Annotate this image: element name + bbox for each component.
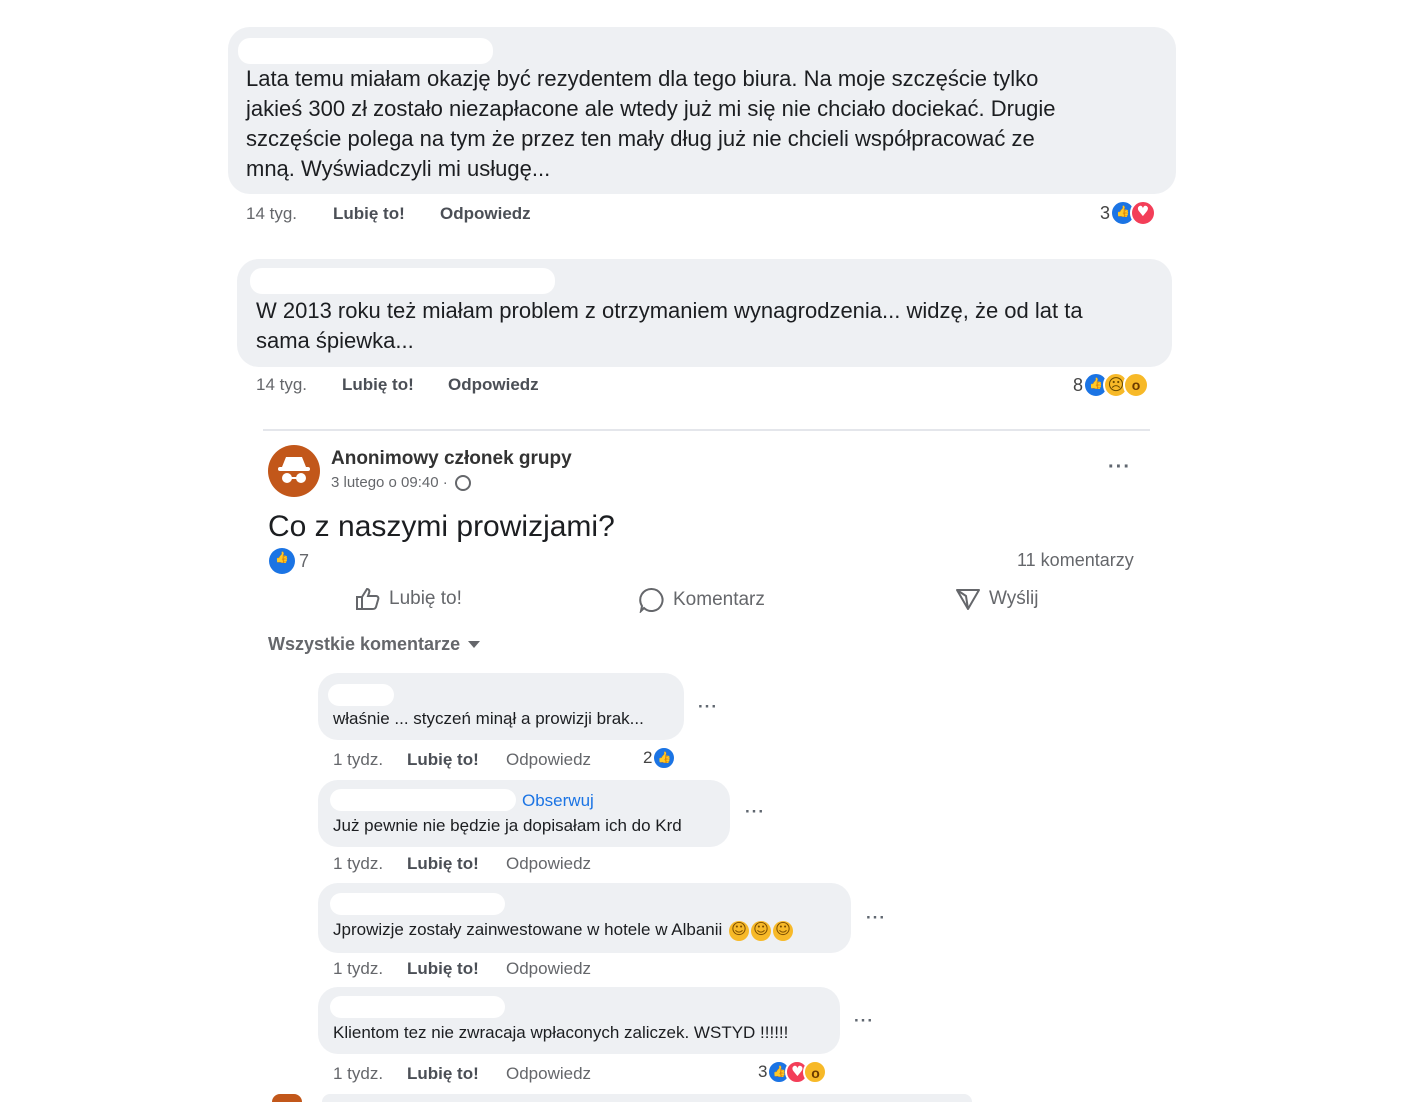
reply-link[interactable]: Odpowiedz bbox=[440, 204, 531, 224]
reply-link-label[interactable]: Odpowiedz bbox=[506, 750, 591, 769]
reaction-summary[interactable]: 8 bbox=[1073, 372, 1150, 398]
like-icon bbox=[652, 746, 677, 770]
caret-down-icon bbox=[468, 641, 481, 648]
laughing-emoji-icon bbox=[729, 920, 750, 941]
redacted-author-name bbox=[328, 684, 394, 706]
wow-icon bbox=[1123, 372, 1150, 398]
reply-link-label[interactable]: Odpowiedz bbox=[506, 959, 591, 978]
post-reaction-count: 7 bbox=[299, 550, 310, 571]
like-link-label[interactable]: Lubię to! bbox=[342, 375, 414, 394]
comment-text-line: szczęście polega na tym że przez ten mał… bbox=[246, 126, 1035, 151]
comment-filter-dropdown[interactable]: Wszystkie komentarze bbox=[268, 634, 481, 655]
like-link[interactable]: Lubię to! bbox=[407, 959, 479, 979]
laughing-emoji-icon bbox=[751, 920, 772, 941]
like-link[interactable]: Lubię to! bbox=[407, 750, 479, 770]
reply-text: Już pewnie nie będzie ja dopisałam ich d… bbox=[333, 816, 682, 835]
reply-link[interactable]: Odpowiedz bbox=[506, 854, 591, 874]
like-icon bbox=[269, 548, 295, 574]
reply-options-button[interactable]: ··· bbox=[745, 802, 765, 822]
reply-text-content: Jprowizje zostały zainwestowane w hotele… bbox=[333, 920, 723, 939]
next-comment-avatar bbox=[272, 1094, 302, 1102]
comment-time: 14 tyg. bbox=[256, 375, 308, 394]
follow-link[interactable]: Obserwuj bbox=[522, 791, 594, 811]
post-timestamp[interactable]: 3 lutego o 09:40 · bbox=[331, 474, 471, 492]
post-like-label[interactable]: Lubię to! bbox=[389, 588, 462, 610]
like-link[interactable]: Lubię to! bbox=[342, 375, 414, 395]
send-icon bbox=[956, 589, 980, 610]
comments-count[interactable]: 11 komentarzy bbox=[1017, 550, 1134, 571]
post-reaction-summary[interactable]: 7 bbox=[269, 548, 309, 574]
globe-icon bbox=[454, 475, 471, 492]
reply-link-label[interactable]: Odpowiedz bbox=[440, 204, 531, 223]
like-link[interactable]: Lubię to! bbox=[407, 854, 479, 874]
post-title: Co z naszymi prowizjami? bbox=[268, 510, 615, 543]
reply-link[interactable]: Odpowiedz bbox=[506, 750, 591, 770]
reply-options-button[interactable]: ··· bbox=[866, 908, 886, 928]
reaction-count: 2 bbox=[643, 748, 653, 767]
reply-text: Jprowizje zostały zainwestowane w hotele… bbox=[333, 920, 794, 941]
post-comment-button[interactable]: Komentarz bbox=[639, 587, 765, 613]
reaction-summary[interactable]: 3 bbox=[758, 1060, 828, 1084]
reply-time: 1 tydz. bbox=[333, 1064, 384, 1083]
like-link[interactable]: Lubię to! bbox=[333, 204, 405, 224]
reply-link[interactable]: Odpowiedz bbox=[506, 1064, 591, 1084]
thumbs-up-icon bbox=[356, 587, 380, 610]
reply-link-label[interactable]: Odpowiedz bbox=[506, 1064, 591, 1083]
reply-time: 1 tydz. bbox=[333, 854, 384, 873]
reply-options-button[interactable]: ··· bbox=[854, 1011, 874, 1031]
like-link[interactable]: Lubię to! bbox=[407, 1064, 479, 1084]
reply-link[interactable]: Odpowiedz bbox=[448, 375, 539, 395]
comment-text-line: mną. Wyświadczyli mi usługę... bbox=[246, 156, 551, 181]
reaction-count: 3 bbox=[758, 1062, 768, 1081]
post-divider bbox=[263, 429, 1150, 431]
comment-time: 14 tyg. bbox=[246, 204, 298, 223]
post-send-button[interactable]: Wyślij bbox=[955, 587, 1038, 611]
comment-text-line: W 2013 roku też miałam problem z otrzyma… bbox=[256, 298, 1083, 323]
next-comment-bubble bbox=[322, 1094, 972, 1102]
reply-link-label[interactable]: Odpowiedz bbox=[506, 854, 591, 873]
redacted-author-name bbox=[238, 38, 493, 64]
post-send-label[interactable]: Wyślij bbox=[989, 588, 1038, 610]
wow-icon bbox=[803, 1060, 828, 1084]
like-link-label[interactable]: Lubię to! bbox=[407, 959, 479, 978]
reaction-count: 3 bbox=[1100, 202, 1111, 223]
comment-text-line: sama śpiewka... bbox=[256, 328, 414, 353]
reply-link-label[interactable]: Odpowiedz bbox=[448, 375, 539, 394]
reply-time: 1 tydz. bbox=[333, 750, 384, 769]
like-link-label[interactable]: Lubię to! bbox=[407, 750, 479, 769]
heart-icon bbox=[1130, 200, 1157, 226]
reply-link[interactable]: Odpowiedz bbox=[506, 959, 591, 979]
reaction-count: 8 bbox=[1073, 374, 1084, 395]
comment-icon bbox=[639, 587, 664, 613]
comment-text-line: jakieś 300 zł zostało niezapłacone ale w… bbox=[246, 96, 1056, 121]
post-timestamp-text[interactable]: 3 lutego o 09:40 · bbox=[331, 474, 448, 491]
redacted-author-name bbox=[330, 893, 505, 915]
post-options-button[interactable]: ··· bbox=[1108, 456, 1131, 479]
anonymous-incognito-icon bbox=[278, 457, 310, 483]
reaction-summary[interactable]: 2 bbox=[643, 746, 677, 770]
redacted-author-name bbox=[330, 996, 505, 1018]
comment-filter-label[interactable]: Wszystkie komentarze bbox=[268, 634, 460, 655]
laughing-emoji-icon bbox=[773, 920, 794, 941]
reply-options-button[interactable]: ··· bbox=[698, 697, 718, 717]
redacted-author-name bbox=[330, 789, 516, 811]
like-link-label[interactable]: Lubię to! bbox=[407, 1064, 479, 1083]
reply-time: 1 tydz. bbox=[333, 959, 384, 978]
avatar[interactable] bbox=[268, 445, 320, 497]
comment-text-line: Lata temu miałam okazję być rezydentem d… bbox=[246, 66, 1039, 91]
reaction-summary[interactable]: 3 bbox=[1100, 200, 1157, 226]
post-like-button[interactable]: Lubię to! bbox=[355, 587, 462, 611]
like-link-label[interactable]: Lubię to! bbox=[407, 854, 479, 873]
reply-text: właśnie ... styczeń minął a prowizji bra… bbox=[333, 709, 644, 728]
post-author[interactable]: Anonimowy członek grupy bbox=[331, 448, 572, 470]
reply-text: Klientom tez nie zwracaja wpłaconych zal… bbox=[333, 1023, 789, 1042]
redacted-author-name bbox=[250, 268, 555, 294]
like-link-label[interactable]: Lubię to! bbox=[333, 204, 405, 223]
post-comment-label[interactable]: Komentarz bbox=[673, 589, 765, 611]
